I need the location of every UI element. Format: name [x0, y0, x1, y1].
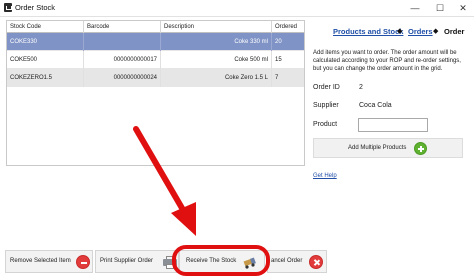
instructions-text: Add items you want to order. The order a… — [313, 50, 461, 72]
order-items-grid[interactable]: Stock Code Barcode Description Ordered C… — [6, 20, 305, 166]
get-help-link[interactable]: Get Help — [313, 173, 337, 179]
product-label: Product — [313, 121, 338, 128]
remove-selected-item-label: Remove Selected Item — [10, 258, 71, 264]
breadcrumb-orders[interactable]: Orders — [408, 27, 433, 36]
cell-description[interactable]: Coke 500 ml — [161, 51, 272, 69]
cell-description[interactable]: Coke Zero 1.5 L — [161, 69, 272, 87]
supplier-label: Supplier — [313, 102, 339, 109]
cell-description[interactable]: Coke 330 ml — [161, 33, 272, 51]
remove-icon — [76, 255, 90, 269]
cell-barcode[interactable]: 0000000000017 — [84, 51, 161, 69]
column-header-barcode[interactable]: Barcode — [84, 21, 161, 33]
cell-barcode[interactable] — [84, 33, 161, 51]
close-button[interactable]: ✕ — [456, 2, 470, 14]
cell-ordered[interactable]: 15 — [272, 51, 304, 69]
order-id-value: 2 — [359, 84, 363, 91]
cell-ordered[interactable]: 7 — [272, 69, 304, 87]
highlight-ring — [172, 245, 270, 276]
print-supplier-order-label: Print Supplier Order — [100, 258, 154, 264]
cell-barcode[interactable]: 0000000000024 — [84, 69, 161, 87]
cell-stock-code[interactable]: COKE330 — [7, 33, 84, 51]
cell-stock-code[interactable]: COKEZERO1.5 — [7, 69, 84, 87]
cell-ordered[interactable]: 20 — [272, 33, 304, 51]
add-plus-icon — [414, 142, 427, 155]
add-multiple-products-button[interactable]: Add Multiple Products — [313, 138, 463, 158]
column-header-stock-code[interactable]: Stock Code — [7, 21, 84, 33]
column-header-ordered[interactable]: Ordered — [272, 21, 304, 33]
breadcrumb-order: Order — [444, 27, 465, 36]
cancel-x-icon — [309, 255, 323, 269]
minimize-button[interactable]: — — [408, 2, 422, 14]
grid-header: Stock Code Barcode Description Ordered — [7, 21, 304, 33]
supplier-value: Coca Cola — [359, 102, 392, 109]
add-multiple-products-label: Add Multiple Products — [348, 145, 407, 151]
window-title: Order Stock — [15, 3, 56, 12]
print-supplier-order-button[interactable]: Print Supplier Order — [95, 250, 179, 273]
app-icon — [4, 3, 12, 12]
cell-stock-code[interactable]: COKE500 — [7, 51, 84, 69]
table-row[interactable]: COKE500 0000000000017 Coke 500 ml 15 — [7, 51, 304, 69]
remove-selected-item-button[interactable]: Remove Selected Item — [5, 250, 93, 273]
breadcrumb-separator: ◆ — [433, 28, 439, 35]
order-id-label: Order ID — [313, 84, 340, 91]
table-row[interactable]: COKEZERO1.5 0000000000024 Coke Zero 1.5 … — [7, 69, 304, 87]
title-bar: Order Stock — ☐ ✕ — [0, 0, 474, 17]
breadcrumb-products-and-stock[interactable]: Products and Stock — [333, 27, 403, 36]
breadcrumb-separator: ◆ — [397, 28, 403, 35]
maximize-button[interactable]: ☐ — [433, 2, 447, 14]
column-header-description[interactable]: Description — [161, 21, 272, 33]
product-input[interactable] — [358, 118, 428, 132]
cancel-order-button[interactable]: ancel Order — [267, 250, 327, 273]
cancel-order-label: ancel Order — [271, 258, 303, 264]
table-row[interactable]: COKE330 Coke 330 ml 20 — [7, 33, 304, 51]
